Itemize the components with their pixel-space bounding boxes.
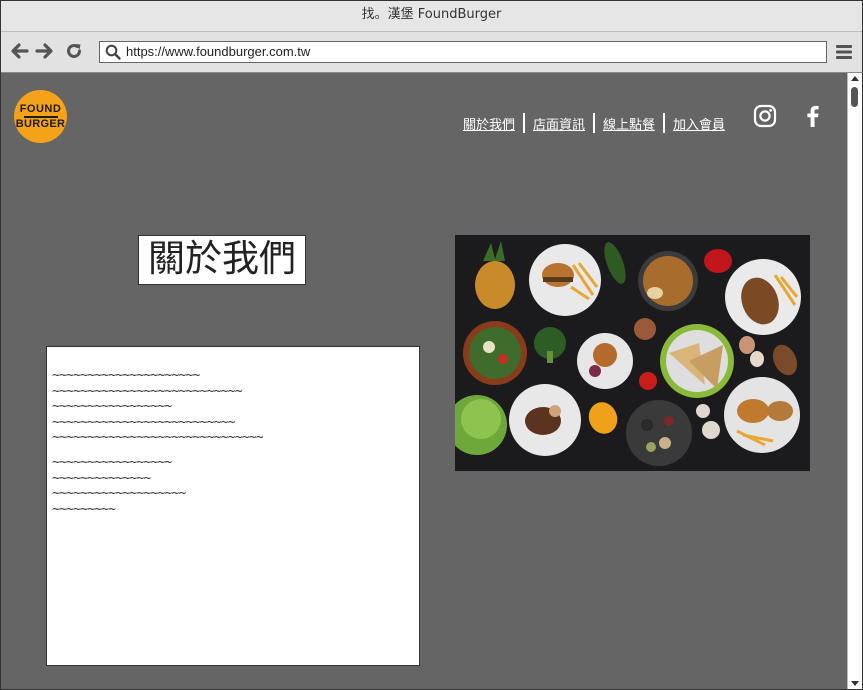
main-nav: 關於我們 店面資訊 線上點餐 加入會員 [463, 111, 725, 135]
browser-toolbar: https://www.foundburger.com.tw [1, 32, 862, 73]
about-text-line: ~~~~~~~~~~~~~~~~~~~~~~~~~~ [52, 414, 236, 430]
window-title: 找。漢堡 FoundBurger [1, 1, 862, 32]
search-icon [105, 44, 121, 60]
address-bar[interactable]: https://www.foundburger.com.tw [99, 41, 827, 63]
facebook-icon[interactable] [801, 104, 825, 128]
hamburger-menu-icon[interactable] [835, 43, 853, 61]
nav-link-join[interactable]: 加入會員 [673, 114, 725, 133]
foundburger-logo[interactable]: FOUND BURGER [14, 90, 67, 143]
about-text-line: ~~~~~~~~~~~~~~~~~ [52, 399, 172, 415]
vertical-scrollbar[interactable] [847, 73, 862, 689]
about-text-line: ~~~~~~~~~~~~~~~~~~~~~ [52, 368, 200, 383]
food-spread-image [455, 235, 810, 471]
logo-line-2: BURGER [15, 117, 66, 130]
arrow-left-icon [11, 43, 29, 59]
about-text-line: ~~~~~~~~~~~~~~~~~ [52, 454, 172, 470]
nav-link-order[interactable]: 線上點餐 [603, 114, 655, 133]
nav-separator [663, 113, 666, 133]
browser-window: 找。漢堡 FoundBurger https://www.foundburger… [0, 0, 863, 690]
back-button[interactable] [8, 39, 30, 63]
nav-link-stores[interactable]: 店面資訊 [533, 114, 585, 133]
reload-button[interactable] [63, 39, 85, 63]
about-text-line: ~~~~~~~~~~~~~~~~~~~~~~~~~~~ [52, 383, 243, 399]
arrow-right-icon [35, 43, 53, 59]
nav-separator [593, 113, 596, 133]
scroll-thumb[interactable] [851, 87, 858, 107]
scroll-up-arrow-icon[interactable] [851, 76, 859, 81]
about-text-line: ~~~~~~~~~ [52, 501, 116, 517]
instagram-icon[interactable] [753, 104, 777, 128]
nav-link-about[interactable]: 關於我們 [463, 114, 515, 133]
page-viewport: FOUND BURGER 關於我們 店面資訊 線上點餐 加入會員 關於我們 ~~… [1, 73, 847, 689]
about-text-line: ~~~~~~~~~~~~~~ [52, 470, 151, 486]
about-text-box: ~~~~~~~~~~~~~~~~~~~~~ ~~~~~~~~~~~~~~~~~~… [46, 346, 420, 666]
logo-line-1: FOUND [19, 102, 62, 115]
forward-button[interactable] [34, 39, 56, 63]
url-text[interactable]: https://www.foundburger.com.tw [126, 42, 310, 62]
reload-icon [67, 44, 81, 58]
nav-separator [523, 113, 526, 133]
about-text-line: ~~~~~~~~~~~~~~~~~~~~~~~~~~~~~~ [52, 430, 264, 446]
about-heading: 關於我們 [138, 235, 306, 285]
scroll-down-arrow-icon[interactable] [851, 681, 859, 686]
about-text-line: ~~~~~~~~~~~~~~~~~~~ [52, 486, 186, 502]
